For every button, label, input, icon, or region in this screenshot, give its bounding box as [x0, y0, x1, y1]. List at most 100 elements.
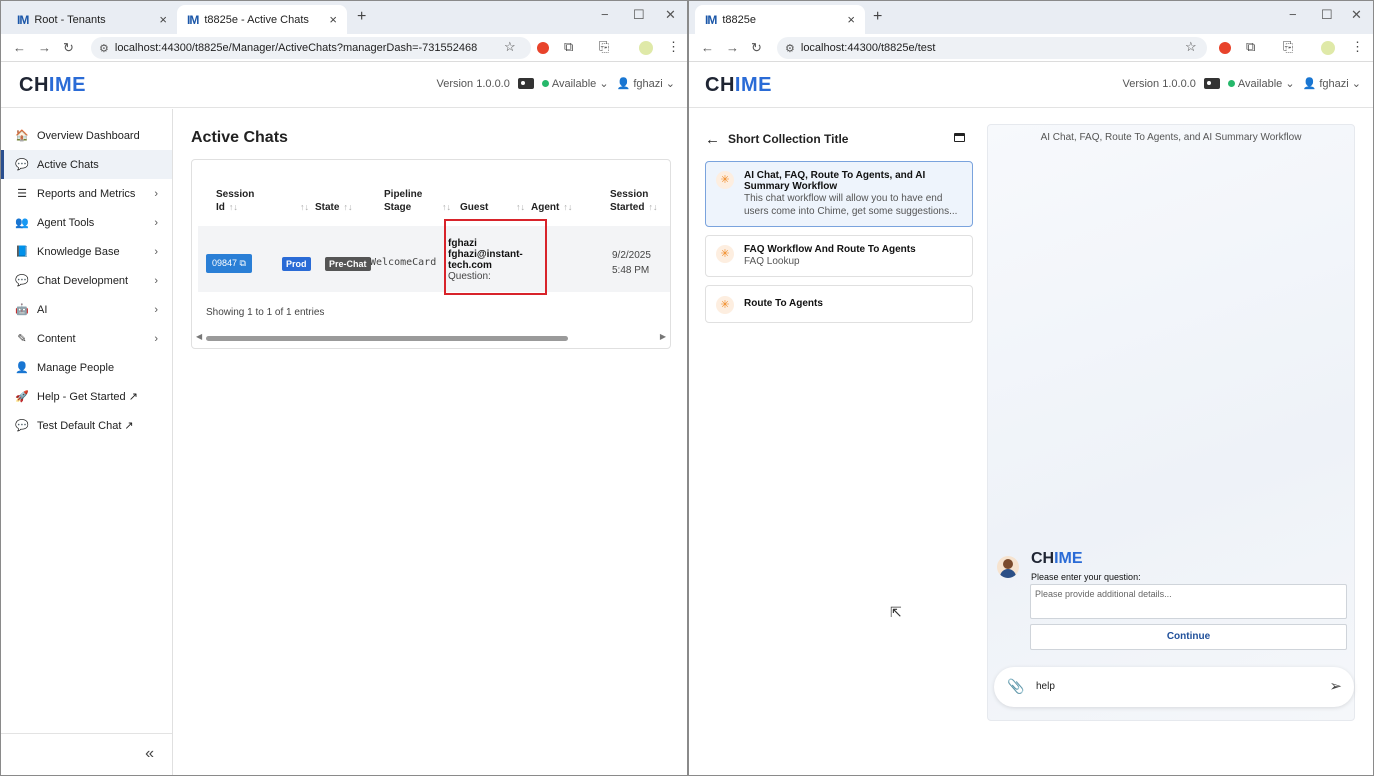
- id-card-icon[interactable]: [1203, 78, 1220, 89]
- favicon-icon: IM: [187, 12, 199, 27]
- sidebar-item-label: Help - Get Started ↗: [37, 391, 138, 403]
- col-sort-stage[interactable]: ↑↓: [438, 201, 451, 214]
- extension-red-icon[interactable]: [1219, 42, 1231, 57]
- tab-active-chats[interactable]: IM t8825e - Active Chats ×: [177, 5, 347, 34]
- profile-avatar-icon[interactable]: [639, 41, 653, 58]
- sidebar-list: 🏠 Overview Dashboard 💬 Active Chats ☰ Reports…: [1, 121, 172, 440]
- availability-dropdown[interactable]: Available ⌄: [541, 77, 609, 90]
- sidebar-item-content[interactable]: ✎ Content ›: [1, 324, 172, 353]
- sidebar-item-reports-and-metrics[interactable]: ☰ Reports and Metrics ›: [1, 179, 172, 208]
- close-window-icon[interactable]: ✕: [1351, 7, 1362, 23]
- workflow-card[interactable]: ✳ FAQ Workflow And Route To Agents FAQ Loo…: [705, 235, 973, 277]
- site-settings-icon[interactable]: ⚙: [785, 42, 795, 55]
- col-session-started[interactable]: Session Started ↑↓: [610, 188, 662, 214]
- content-icon: ✎: [17, 333, 27, 345]
- back-icon[interactable]: ←: [701, 40, 714, 55]
- close-window-icon[interactable]: ✕: [665, 7, 676, 23]
- extensions-icon[interactable]: ⧉: [564, 39, 573, 55]
- status-dot-icon: [541, 80, 549, 87]
- col-session-id[interactable]: Session Id ↑↓: [216, 188, 270, 214]
- window-toggle-icon[interactable]: [954, 133, 965, 142]
- tab-search-icon[interactable]: ⎘: [599, 39, 609, 55]
- chat-header: AI Chat, FAQ, Route To Agents, and AI Su…: [1040, 132, 1302, 143]
- tab-bar: IM t8825e × + − ☐ ✕: [689, 1, 1373, 34]
- horizontal-scrollbar[interactable]: ◀ ▶: [194, 332, 668, 343]
- availability-dropdown[interactable]: Available ⌄: [1227, 77, 1295, 90]
- new-tab-icon[interactable]: +: [357, 8, 366, 26]
- favicon-icon: IM: [705, 12, 717, 27]
- minimize-icon[interactable]: −: [1289, 7, 1297, 22]
- col-pipeline-stage[interactable]: Pipeline Stage: [384, 188, 434, 214]
- scroll-left-icon[interactable]: ◀: [196, 332, 202, 341]
- reports-icon: ☰: [17, 188, 27, 200]
- sidebar-item-help-get-started[interactable]: 🚀 Help - Get Started ↗: [1, 382, 172, 411]
- back-arrow-icon[interactable]: ←: [705, 131, 720, 148]
- attach-paperclip-icon[interactable]: 📎: [1007, 678, 1024, 695]
- sidebar-item-chat-development[interactable]: 💬 Chat Development ›: [1, 266, 172, 295]
- sidebar-item-test-default-chat[interactable]: 💬 Test Default Chat ↗: [1, 411, 172, 440]
- url-field[interactable]: ⚙ localhost:44300/t8825e/test: [777, 37, 1207, 59]
- session-link-button[interactable]: 09847 ⧉: [206, 254, 252, 273]
- scroll-right-icon[interactable]: ▶: [660, 332, 666, 341]
- sidebar-item-knowledge-base[interactable]: 📘 Knowledge Base ›: [1, 237, 172, 266]
- message-input[interactable]: help: [1036, 681, 1055, 692]
- version-label: Version 1.0.0.0: [1122, 77, 1196, 90]
- scrollbar-thumb[interactable]: [206, 336, 568, 341]
- forward-icon[interactable]: →: [38, 40, 51, 55]
- maximize-icon[interactable]: ☐: [633, 7, 645, 23]
- chevron-right-icon: ›: [154, 245, 158, 258]
- id-card-icon[interactable]: [517, 78, 534, 89]
- col-guest[interactable]: Guest: [460, 201, 488, 214]
- tab-root-tenants[interactable]: IM Root - Tenants ×: [7, 5, 177, 34]
- bookmark-star-icon[interactable]: ☆: [1185, 39, 1197, 55]
- details-textarea[interactable]: Please provide additional details...: [1030, 584, 1347, 619]
- sidebar-item-overview-dashboard[interactable]: 🏠 Overview Dashboard: [1, 121, 172, 150]
- sidebar-item-label: Content: [37, 332, 76, 345]
- maximize-icon[interactable]: ☐: [1321, 7, 1333, 23]
- sidebar-item-active-chats[interactable]: 💬 Active Chats: [1, 150, 172, 179]
- send-icon[interactable]: ➢: [1329, 677, 1342, 695]
- new-tab-icon[interactable]: +: [873, 8, 882, 26]
- extension-red-icon[interactable]: [537, 42, 549, 57]
- version-label: Version 1.0.0.0: [436, 77, 510, 90]
- main-content: Active Chats Session Id ↑↓ ↑↓ State ↑↓ Pipe…: [191, 109, 671, 349]
- sidebar-item-label: Agent Tools: [37, 216, 95, 229]
- profile-avatar-icon[interactable]: [1321, 41, 1335, 58]
- back-icon[interactable]: ←: [13, 40, 26, 55]
- workflow-list: ✳ AI Chat, FAQ, Route To Agents, and AI S…: [705, 161, 973, 323]
- close-icon[interactable]: ×: [159, 12, 167, 27]
- favicon-icon: IM: [17, 12, 29, 27]
- chime-logo: CHIME: [19, 74, 86, 96]
- reload-icon[interactable]: ↻: [63, 40, 74, 56]
- reload-icon[interactable]: ↻: [751, 40, 762, 56]
- menu-kebab-icon[interactable]: ⋮: [667, 39, 680, 55]
- url-field[interactable]: ⚙ localhost:44300/t8825e/Manager/ActiveC…: [91, 37, 531, 59]
- collapse-sidebar-icon[interactable]: «: [145, 745, 154, 763]
- site-settings-icon[interactable]: ⚙: [99, 42, 109, 55]
- user-menu[interactable]: 👤 fghazi ⌄: [1303, 77, 1361, 90]
- agent-tools-icon: 👥: [15, 217, 29, 229]
- sidebar-item-manage-people[interactable]: 👤 Manage People: [1, 353, 172, 382]
- workflow-card[interactable]: ✳ AI Chat, FAQ, Route To Agents, and AI S…: [705, 161, 973, 227]
- col-agent[interactable]: ↑↓ Agent ↑↓: [516, 201, 572, 214]
- close-icon[interactable]: ×: [847, 12, 855, 27]
- mouse-cursor-icon: ⇱: [890, 604, 902, 620]
- sidebar-item-agent-tools[interactable]: 👥 Agent Tools ›: [1, 208, 172, 237]
- minimize-icon[interactable]: −: [601, 7, 609, 22]
- close-icon[interactable]: ×: [329, 12, 337, 27]
- sidebar-item-label: Active Chats: [37, 158, 99, 171]
- sidebar-item-ai[interactable]: 🤖 AI ›: [1, 295, 172, 324]
- tab-t8825e[interactable]: IM t8825e ×: [695, 5, 865, 34]
- menu-kebab-icon[interactable]: ⋮: [1351, 39, 1364, 55]
- col-state[interactable]: ↑↓ State ↑↓: [300, 201, 352, 214]
- state-badge: Pre-Chat: [325, 257, 371, 271]
- workflow-card[interactable]: ✳ Route To Agents: [705, 285, 973, 323]
- forward-icon[interactable]: →: [726, 40, 739, 55]
- sidebar-item-label: Overview Dashboard: [37, 129, 140, 142]
- user-menu[interactable]: 👤 fghazi ⌄: [617, 77, 675, 90]
- tab-search-icon[interactable]: ⎘: [1283, 39, 1293, 55]
- continue-button[interactable]: Continue: [1030, 624, 1347, 650]
- bookmark-star-icon[interactable]: ☆: [504, 39, 516, 55]
- extensions-icon[interactable]: ⧉: [1246, 39, 1255, 55]
- sidebar-item-label: Chat Development: [37, 274, 129, 287]
